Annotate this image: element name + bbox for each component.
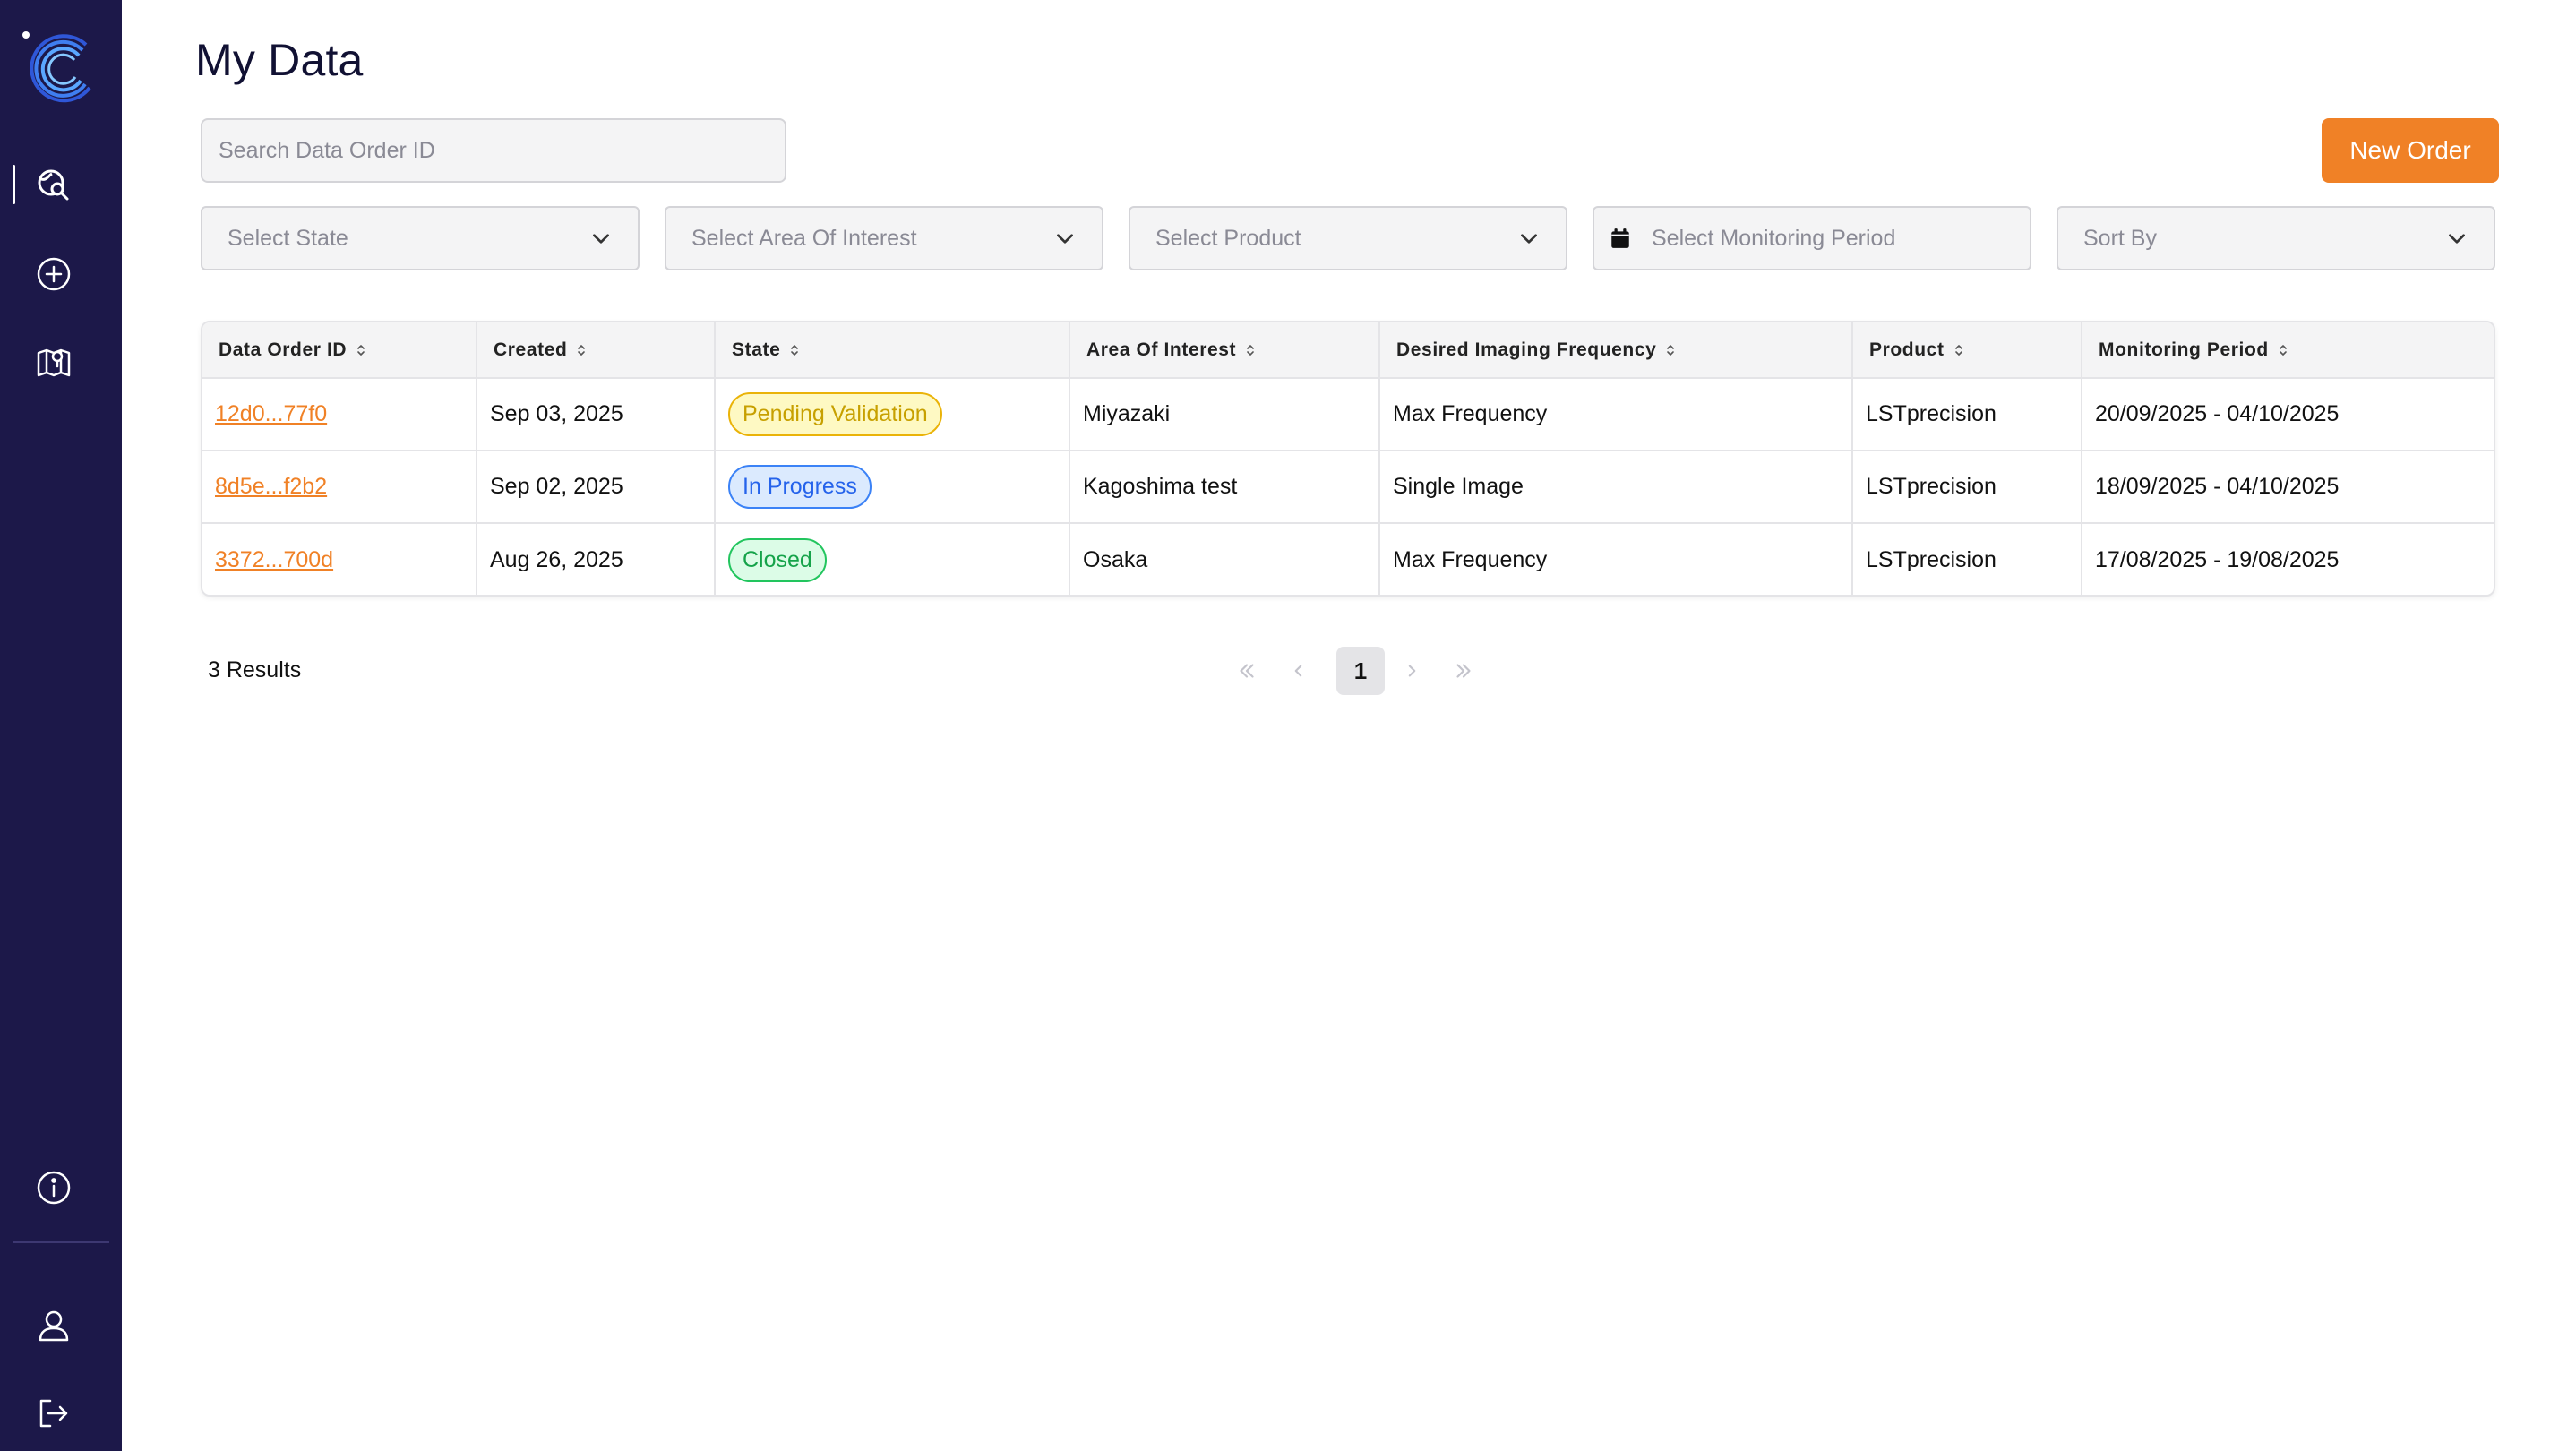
cell-frequency: Max Frequency xyxy=(1379,377,1853,451)
sort-icon xyxy=(1247,345,1254,356)
calendar-icon xyxy=(1611,228,1629,248)
status-badge: Pending Validation xyxy=(728,392,942,436)
chevron-right-icon xyxy=(1408,665,1416,677)
sort-icon xyxy=(578,345,586,356)
column-header-state[interactable]: State xyxy=(715,322,1070,378)
column-header-label: Desired Imaging Frequency xyxy=(1396,339,1657,360)
cell-state: Closed xyxy=(715,522,1070,595)
logout-icon xyxy=(39,1399,68,1428)
new-order-button[interactable]: New Order xyxy=(2322,118,2499,183)
state-select[interactable]: Select State xyxy=(201,206,640,270)
page-title: My Data xyxy=(195,35,364,85)
status-badge: In Progress xyxy=(728,465,872,509)
table-row: 8d5e...f2b2 Sep 02, 2025 In Progress Kag… xyxy=(202,450,2494,523)
column-header-order-id[interactable]: Data Order ID xyxy=(202,322,477,378)
cell-area: Osaka xyxy=(1069,522,1380,595)
chevron-left-icon xyxy=(1294,665,1302,677)
chevron-down-icon xyxy=(2449,234,2465,244)
sidebar xyxy=(0,0,122,1451)
chevrons-right-icon xyxy=(1456,664,1471,678)
nav-profile[interactable] xyxy=(32,1304,75,1347)
map-pin-icon xyxy=(37,348,71,377)
order-id-link[interactable]: 8d5e...f2b2 xyxy=(215,474,327,499)
nav-my-data[interactable] xyxy=(32,163,75,206)
nav-info[interactable] xyxy=(32,1166,75,1209)
sort-icon xyxy=(1667,345,1675,356)
state-select-label: Select State xyxy=(228,225,348,251)
sort-icon xyxy=(2280,345,2287,356)
table-row: 12d0...77f0 Sep 03, 2025 Pending Validat… xyxy=(202,377,2494,451)
sort-icon xyxy=(1954,345,1962,356)
info-icon xyxy=(37,1171,71,1205)
sort-icon xyxy=(791,345,799,356)
cell-order-id: 3372...700d xyxy=(202,522,477,595)
cell-created: Sep 02, 2025 xyxy=(477,450,716,523)
product-select[interactable]: Select Product xyxy=(1129,206,1567,270)
chevrons-left-icon xyxy=(1240,664,1254,678)
cell-order-id: 12d0...77f0 xyxy=(202,377,477,451)
user-icon xyxy=(39,1310,69,1342)
area-select-label: Select Area Of Interest xyxy=(691,225,917,251)
column-header-label: Created xyxy=(494,339,568,360)
globe-search-icon xyxy=(38,169,69,201)
chevron-down-icon xyxy=(593,234,609,244)
monitoring-period-picker[interactable]: Select Monitoring Period xyxy=(1593,206,2031,270)
search-input[interactable] xyxy=(201,118,786,183)
chevron-down-icon xyxy=(1057,234,1073,244)
sort-icon xyxy=(357,345,365,356)
cell-product: LSTprecision xyxy=(1852,377,2082,451)
prev-page-button[interactable] xyxy=(1275,647,1322,695)
cell-area: Miyazaki xyxy=(1069,377,1380,451)
orders-table: Data Order ID Created State Area Of Inte… xyxy=(201,321,2495,597)
cell-area: Kagoshima test xyxy=(1069,450,1380,523)
nav-logout[interactable] xyxy=(32,1392,75,1435)
cell-period: 18/09/2025 - 04/10/2025 xyxy=(2082,450,2494,523)
column-header-period[interactable]: Monitoring Period xyxy=(2082,322,2494,378)
order-id-link[interactable]: 12d0...77f0 xyxy=(215,401,327,426)
results-count: 3 Results xyxy=(208,657,302,683)
cell-frequency: Single Image xyxy=(1379,450,1853,523)
first-page-button[interactable] xyxy=(1224,647,1270,695)
sidebar-divider xyxy=(13,1241,109,1243)
sort-select[interactable]: Sort By xyxy=(2057,206,2495,270)
cell-order-id: 8d5e...f2b2 xyxy=(202,450,477,523)
column-header-frequency[interactable]: Desired Imaging Frequency xyxy=(1379,322,1853,378)
sort-select-label: Sort By xyxy=(2083,225,2157,251)
table-row: 3372...700d Aug 26, 2025 Closed Osaka Ma… xyxy=(202,522,2494,595)
column-header-product[interactable]: Product xyxy=(1852,322,2082,378)
cell-product: LSTprecision xyxy=(1852,522,2082,595)
area-select[interactable]: Select Area Of Interest xyxy=(665,206,1103,270)
cell-created: Aug 26, 2025 xyxy=(477,522,716,595)
cell-state: In Progress xyxy=(715,450,1070,523)
brand-logo[interactable] xyxy=(18,25,104,111)
chevron-down-icon xyxy=(1521,234,1537,244)
nav-new-order[interactable] xyxy=(32,253,75,296)
monitoring-period-label: Select Monitoring Period xyxy=(1652,225,1896,251)
plus-circle-icon xyxy=(37,257,71,291)
order-id-link[interactable]: 3372...700d xyxy=(215,547,333,572)
column-header-label: Monitoring Period xyxy=(2099,339,2269,360)
nav-areas[interactable] xyxy=(32,340,75,383)
product-select-label: Select Product xyxy=(1155,225,1301,251)
column-header-label: Product xyxy=(1869,339,1945,360)
cell-product: LSTprecision xyxy=(1852,450,2082,523)
cell-state: Pending Validation xyxy=(715,377,1070,451)
table-header-row: Data Order ID Created State Area Of Inte… xyxy=(202,322,2494,378)
column-header-area[interactable]: Area Of Interest xyxy=(1069,322,1380,378)
page-number-current[interactable]: 1 xyxy=(1336,647,1385,695)
active-nav-indicator xyxy=(13,165,15,204)
last-page-button[interactable] xyxy=(1440,647,1487,695)
status-badge: Closed xyxy=(728,537,827,582)
next-page-button[interactable] xyxy=(1388,647,1435,695)
column-header-label: Data Order ID xyxy=(219,339,348,360)
cell-period: 17/08/2025 - 19/08/2025 xyxy=(2082,522,2494,595)
column-header-label: State xyxy=(732,339,781,360)
cell-period: 20/09/2025 - 04/10/2025 xyxy=(2082,377,2494,451)
column-header-created[interactable]: Created xyxy=(477,322,716,378)
column-header-label: Area Of Interest xyxy=(1086,339,1237,360)
cell-created: Sep 03, 2025 xyxy=(477,377,716,451)
cell-frequency: Max Frequency xyxy=(1379,522,1853,595)
